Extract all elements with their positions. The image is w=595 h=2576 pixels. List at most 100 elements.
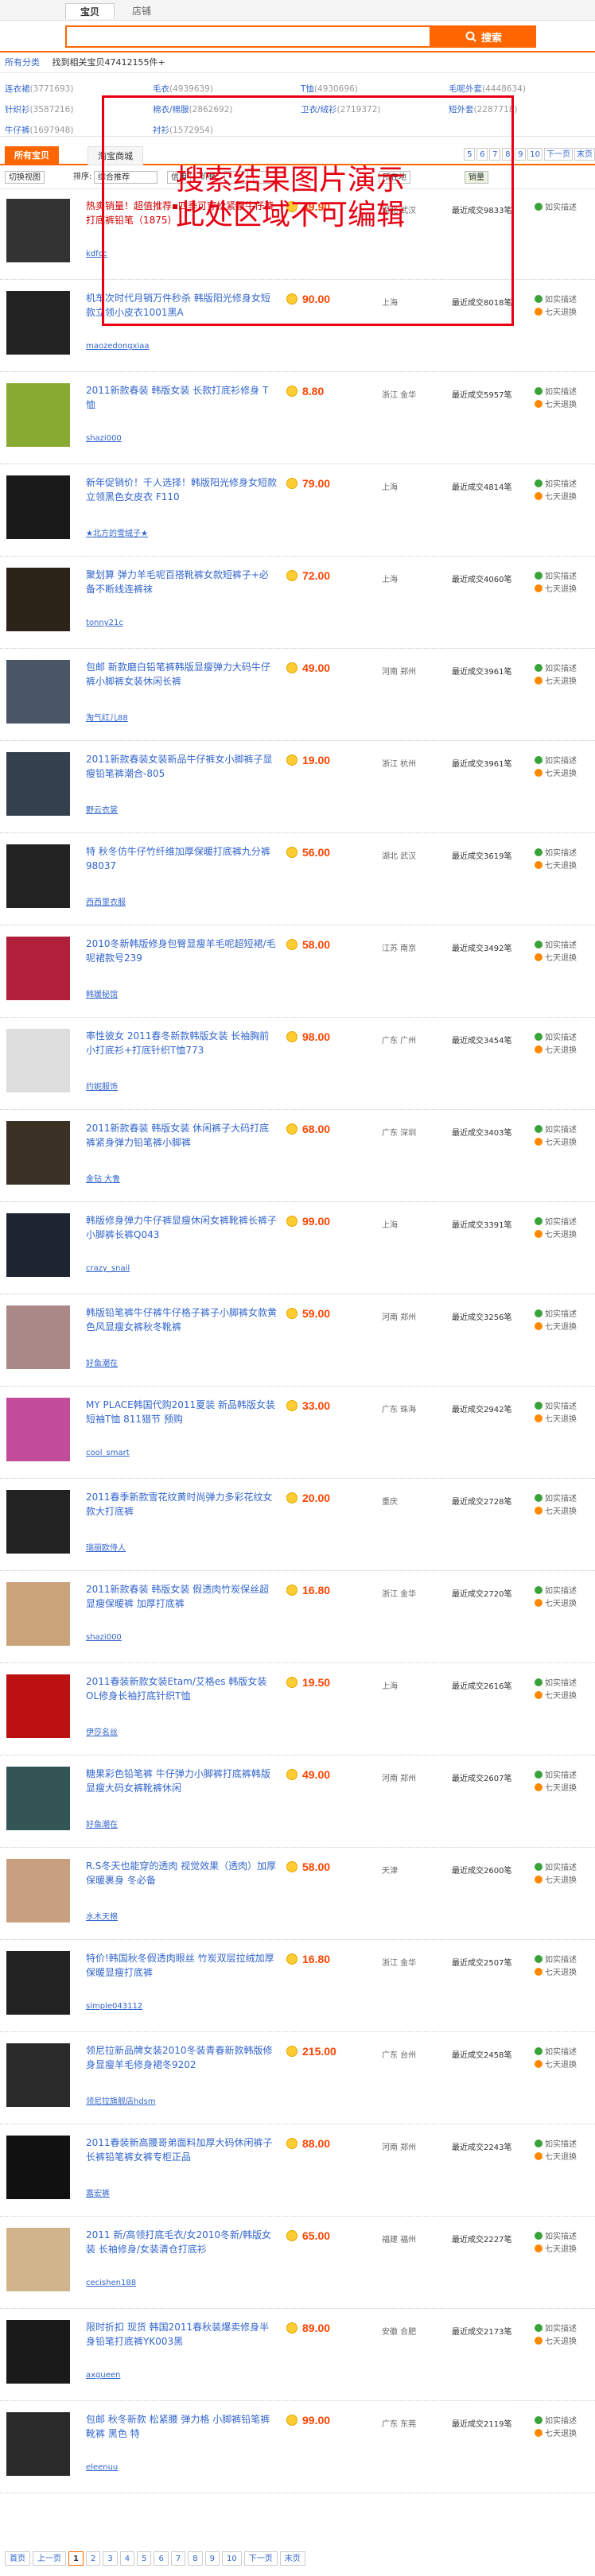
all-categories-link[interactable]: 所有分类 (5, 57, 40, 68)
wangwang-chat-icon[interactable] (286, 1492, 298, 1503)
service-badge[interactable]: 如实描述 (535, 1770, 577, 1783)
product-thumbnail[interactable] (6, 1029, 70, 1092)
category-link[interactable]: 毛衣(4939639) (153, 83, 213, 95)
product-title-link[interactable]: 特 秋冬仿牛仔竹纤维加厚保暖打底裤九分裤 98037 (86, 844, 277, 873)
product-thumbnail[interactable] (6, 1951, 70, 2015)
seller-link[interactable]: tonny21c (86, 619, 123, 627)
seller-link[interactable]: crazy_snail (86, 1264, 130, 1273)
product-title-link[interactable]: 2011春季新款雪花纹黄时尚弹力多彩花纹女款大打底裤 (86, 1490, 277, 1519)
product-thumbnail[interactable] (6, 1490, 70, 1554)
service-badge[interactable]: 七天退换 (535, 1875, 577, 1887)
product-thumbnail[interactable] (6, 844, 70, 908)
service-badge[interactable]: 七天退换 (535, 676, 577, 689)
page-link[interactable]: 1 (68, 2551, 84, 2566)
page-link[interactable]: 首页 (5, 2551, 30, 2566)
service-badge[interactable]: 如实描述 (535, 1216, 577, 1229)
product-title-link[interactable]: 2010冬新韩版修身包臀显瘦羊毛呢超短裙/毛呢裙款号239 (86, 937, 277, 965)
page-link[interactable]: 9 (204, 2551, 220, 2566)
seller-link[interactable]: 瑞丽欧侍人 (86, 1541, 126, 1553)
product-title-link[interactable]: 2011新款春装 韩版女装 假透肉竹炭保丝超显瘦保暖裤 加厚打底裤 (86, 1582, 277, 1611)
page-link[interactable]: 6 (476, 148, 488, 161)
wangwang-chat-icon[interactable] (286, 386, 298, 397)
product-thumbnail[interactable] (6, 1305, 70, 1369)
service-badge[interactable]: 如实描述 (535, 479, 577, 491)
service-badge[interactable]: 七天退换 (535, 952, 577, 965)
service-badge[interactable]: 七天退换 (535, 2244, 577, 2256)
page-link[interactable]: 下一页 (544, 148, 573, 161)
wangwang-chat-icon[interactable] (286, 2138, 298, 2149)
wangwang-chat-icon[interactable] (286, 1123, 298, 1135)
page-link[interactable]: 下一页 (243, 2551, 278, 2566)
location-filter[interactable]: 所在地 (379, 171, 410, 184)
product-title-link[interactable]: 2011新款春装 韩版女装 长款打底衫修身 T恤 (86, 383, 277, 412)
tab-all-items[interactable]: 所有宝贝 (5, 146, 59, 165)
page-link[interactable]: 6 (154, 2551, 169, 2566)
product-title-link[interactable]: 限时折扣 现货 韩国2011春秋装爆卖修身半身铅笔打底裤YK003黑 (86, 2320, 277, 2349)
seller-link[interactable]: 韩媛秘馆 (86, 987, 118, 999)
tab-items[interactable]: 宝贝 (65, 3, 115, 19)
service-badge[interactable]: 如实描述 (535, 940, 577, 952)
service-badge[interactable]: 如实描述 (535, 386, 577, 399)
service-badge[interactable]: 如实描述 (535, 1401, 577, 1414)
product-thumbnail[interactable] (6, 1398, 70, 1461)
service-badge[interactable]: 如实描述 (535, 2046, 577, 2059)
view-toggle-button[interactable]: 切换视图 (5, 171, 45, 184)
product-title-link[interactable]: 机车次时代月销万件秒杀 韩版阳光修身女短款立领小皮衣1001黑A (86, 291, 277, 320)
page-link[interactable]: 3 (103, 2551, 118, 2566)
service-badge[interactable]: 如实描述 (535, 755, 577, 768)
product-thumbnail[interactable] (6, 1582, 70, 1646)
service-badge[interactable]: 七天退换 (535, 1967, 577, 1980)
seller-link[interactable]: ★北方的雪绒子★ (86, 526, 148, 538)
wangwang-chat-icon[interactable] (286, 847, 298, 858)
service-badge[interactable]: 七天退换 (535, 1137, 577, 1150)
product-title-link[interactable]: 糖果彩色铅笔裤 牛仔弹力小脚裤打底裤韩版显瘦大码女裤靴裤休闲 (86, 1767, 277, 1795)
service-badge[interactable]: 七天退换 (535, 2151, 577, 2164)
category-link[interactable]: 棉衣/棉服(2862692) (153, 103, 233, 115)
wangwang-chat-icon[interactable] (286, 1769, 298, 1780)
product-title-link[interactable]: 新年促销价！千人选择！韩版阳光修身女短款立领黑色女皮衣 F110 (86, 475, 277, 504)
service-badge[interactable]: 七天退换 (535, 1414, 577, 1426)
product-title-link[interactable]: 2011春装新款女装Etam/艾格es 韩版女装 OL修身长袖打底针织T恤 (86, 1674, 277, 1703)
price-max-input[interactable] (253, 171, 277, 184)
product-title-link[interactable]: 2011新款春装 韩版女装 休闲裤子大码打底裤紧身弹力铅笔裤小脚裤 (86, 1121, 277, 1150)
product-title-link[interactable]: 特价!韩国秋冬假透肉眼丝 竹炭双层拉绒加厚保暖显瘦打底裤 (86, 1951, 277, 1980)
service-badge[interactable]: 如实描述 (535, 2323, 577, 2336)
page-link[interactable]: 上一页 (33, 2551, 66, 2566)
page-link[interactable]: 2 (85, 2551, 101, 2566)
product-title-link[interactable]: 韩版铅笔裤牛仔裤牛仔格子裤子小脚裤女款黄色风显瘦女裤秋冬靴裤 (86, 1305, 277, 1334)
service-badge[interactable]: 七天退换 (535, 399, 577, 412)
page-link[interactable]: 7 (489, 148, 501, 161)
product-thumbnail[interactable] (6, 2228, 70, 2291)
product-thumbnail[interactable] (6, 291, 70, 355)
seller-link[interactable]: 金钻 大鲁 (86, 1172, 120, 1184)
product-thumbnail[interactable] (6, 1859, 70, 1922)
product-title-link[interactable]: 率性彼女 2011春冬新款韩版女装 长袖胸前小打底衫+打底针织T恤773 (86, 1029, 277, 1057)
category-link[interactable]: 连衣裙(3771693) (5, 83, 73, 95)
seller-link[interactable]: 好鱼潮在 (86, 1356, 118, 1368)
service-badge[interactable]: 七天退换 (535, 2059, 577, 2072)
tab-shops[interactable]: 店铺 (118, 3, 165, 19)
page-link[interactable]: 4 (119, 2551, 135, 2566)
wangwang-chat-icon[interactable] (286, 2322, 298, 2334)
page-link[interactable]: 8 (502, 148, 514, 161)
product-thumbnail[interactable] (6, 199, 70, 262)
product-thumbnail[interactable] (6, 1121, 70, 1185)
page-link[interactable]: 末页 (574, 148, 595, 161)
seller-link[interactable]: cool_smart (86, 1449, 130, 1457)
category-link[interactable]: 毛呢外套(4448634) (449, 83, 526, 95)
product-thumbnail[interactable] (6, 2412, 70, 2476)
service-badge[interactable]: 七天退换 (535, 1690, 577, 1703)
service-badge[interactable]: 如实描述 (535, 1493, 577, 1506)
wangwang-chat-icon[interactable] (286, 1400, 298, 1411)
credit-filter[interactable]: 信用 (167, 171, 191, 184)
service-badge[interactable]: 如实描述 (535, 663, 577, 676)
wangwang-chat-icon[interactable] (286, 2046, 298, 2057)
product-thumbnail[interactable] (6, 1674, 70, 1738)
service-badge[interactable]: 七天退换 (535, 584, 577, 596)
service-badge[interactable]: 七天退换 (535, 1045, 577, 1057)
wangwang-chat-icon[interactable] (286, 1216, 298, 1227)
wangwang-chat-icon[interactable] (286, 2230, 298, 2241)
wangwang-chat-icon[interactable] (286, 570, 298, 581)
product-thumbnail[interactable] (6, 2043, 70, 2107)
wangwang-chat-icon[interactable] (286, 1031, 298, 1042)
